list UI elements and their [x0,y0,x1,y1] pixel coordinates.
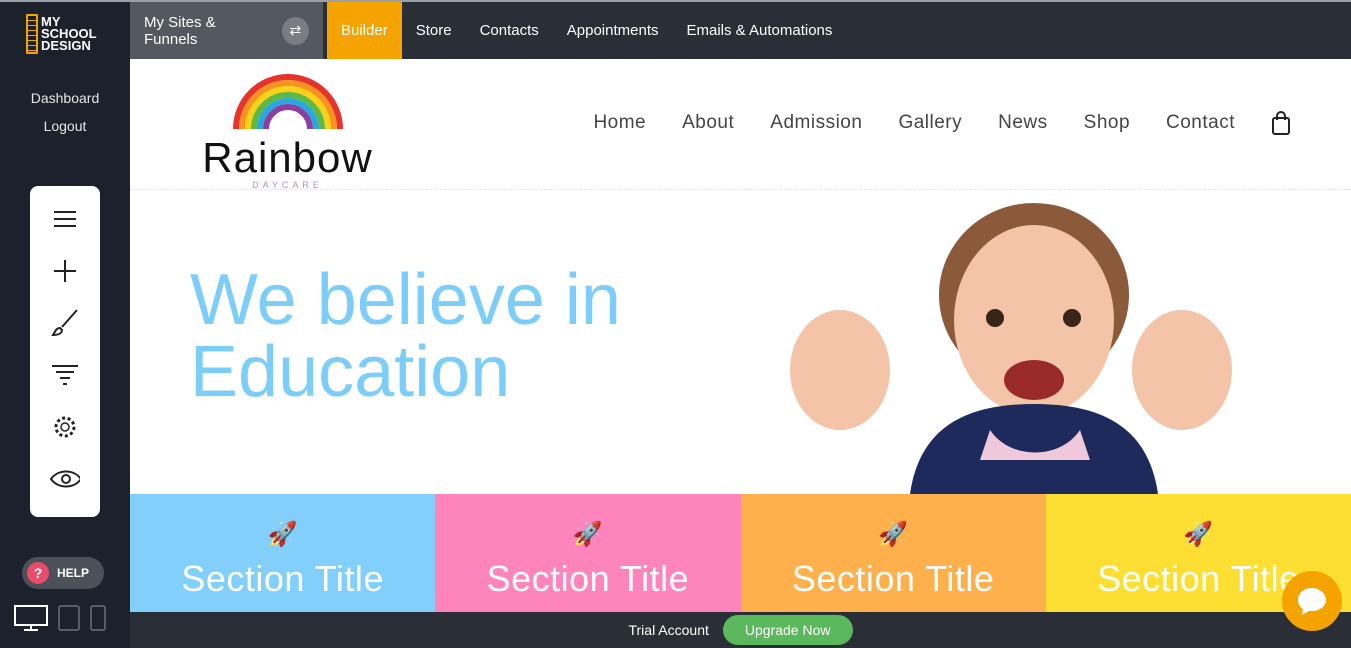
page-canvas[interactable]: Rainbow DAYCARE Home About Admission Gal… [130,59,1351,612]
plus-icon[interactable] [50,256,80,286]
headline-line: We believe in [190,260,621,340]
ruler-icon [26,14,38,54]
brand-name: Rainbow [202,134,373,181]
mobile-view-icon[interactable] [90,605,106,631]
hero-headline[interactable]: We believe in Education [190,264,621,408]
desktop-view-icon[interactable] [14,605,48,631]
section-card[interactable]: 🚀 Section Title [435,494,741,612]
upgrade-now-button[interactable]: Upgrade Now [722,615,853,645]
chat-button[interactable] [1282,571,1342,631]
top-navigation: My Sites & Funnels ⇄ Builder Store Contac… [130,0,1351,59]
nav-gallery[interactable]: Gallery [898,112,962,134]
sidebar: MY SCHOOL DESIGN Dashboard Logout ? HELP [0,0,130,648]
site-header[interactable]: Rainbow DAYCARE Home About Admission Gal… [130,59,1351,190]
nav-about[interactable]: About [682,112,734,134]
site-logo[interactable]: Rainbow DAYCARE [200,73,375,190]
nav-contact[interactable]: Contact [1166,112,1235,134]
rocket-icon: 🚀 [267,521,298,548]
switch-icon[interactable]: ⇄ [281,16,309,45]
hero-section[interactable]: We believe in Education [130,190,1351,494]
dashboard-link[interactable]: Dashboard [0,90,130,106]
nav-home[interactable]: Home [593,112,646,134]
trial-account-label: Trial Account [628,622,709,638]
rainbow-logo-icon [232,74,343,130]
tab-contacts[interactable]: Contacts [466,2,553,59]
tab-emails-automations[interactable]: Emails & Automations [673,2,847,59]
help-button[interactable]: ? HELP [22,557,104,589]
brand-subtitle: DAYCARE [252,180,323,190]
menu-icon[interactable] [50,204,80,234]
section-title: Section Title [181,558,384,599]
app-logo[interactable]: MY SCHOOL DESIGN [26,14,97,54]
filter-icon[interactable] [50,360,80,390]
shopping-bag-icon[interactable] [1271,111,1291,135]
tablet-view-icon[interactable] [58,605,80,631]
tab-store[interactable]: Store [402,2,466,59]
section-title: Section Title [486,558,690,599]
nav-admission[interactable]: Admission [770,112,862,134]
feature-sections: 🚀 Section Title 🚀 Section Title 🚀 Section T… [130,494,1351,612]
question-icon: ? [27,562,49,584]
rocket-icon: 🚀 [878,521,909,548]
nav-news[interactable]: News [998,112,1048,134]
site-nav: Home About Admission Gallery News Shop C… [593,111,1291,135]
tab-label: My Sites & Funnels [144,13,216,48]
gear-icon[interactable] [50,412,80,442]
eye-icon[interactable] [50,464,80,494]
my-sites-funnels-tab[interactable]: My Sites & Funnels ⇄ [130,2,323,59]
section-title: Section Title [1097,558,1300,599]
section-card[interactable]: 🚀 Section Title [740,494,1046,612]
chat-bubble-icon [1298,588,1326,615]
headline-line: Education [190,332,511,412]
footer-bar: Trial Account Upgrade Now [130,612,1351,648]
logo-text: DESIGN [41,38,91,53]
brush-icon[interactable] [50,308,80,338]
help-label: HELP [57,566,90,580]
nav-shop[interactable]: Shop [1084,112,1130,134]
section-title: Section Title [791,558,995,599]
tab-builder[interactable]: Builder [327,2,402,59]
hero-child-image[interactable] [780,200,1240,494]
rocket-icon: 🚀 [1183,521,1214,548]
tab-appointments[interactable]: Appointments [553,2,673,59]
section-card[interactable]: 🚀 Section Title [130,494,436,612]
rocket-icon: 🚀 [572,521,603,548]
logout-link[interactable]: Logout [0,118,130,134]
builder-toolbox [30,186,100,517]
